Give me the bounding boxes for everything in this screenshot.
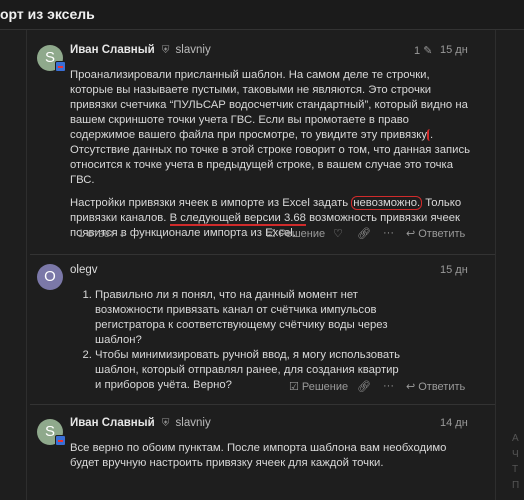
chevron-down-icon: ⌄ <box>117 228 127 240</box>
pencil-icon: ✎ <box>423 45 433 57</box>
link-icon: 🔗︎ <box>357 381 371 393</box>
reply-button[interactable]: ↩ Ответить <box>406 380 465 393</box>
numbered-list: Правильно ли я понял, что на данный моме… <box>75 288 405 393</box>
post-date[interactable]: 14 дн <box>440 417 468 429</box>
paragraph-text: Проанализировали присланный шаблон. На с… <box>70 69 468 141</box>
more-button[interactable]: ··· <box>383 380 394 392</box>
paragraph: Все верно по обоим пунктам. После импорт… <box>70 442 447 469</box>
flair-badge-icon <box>55 435 66 446</box>
list-item: Правильно ли я понял, что на данный моме… <box>95 288 405 348</box>
edit-count: 1 <box>414 45 421 57</box>
reply-button[interactable]: ↩ Ответить <box>406 227 465 240</box>
solution-button[interactable]: ☑ Решение <box>289 380 348 393</box>
share-link-button[interactable]: 🔗︎ <box>357 227 371 240</box>
reply-label: Ответить <box>418 381 466 393</box>
underlined-text: В следующей версии 3.68 <box>169 212 306 226</box>
timeline-divider-left <box>26 30 27 500</box>
reply-icon: ↩ <box>406 381 416 393</box>
paragraph: Проанализировали присланный шаблон. На с… <box>70 68 470 188</box>
post-meta: Иван Славный ⛨ slavniy <box>70 417 211 429</box>
solution-label: Решение <box>301 381 349 393</box>
more-button[interactable]: ··· <box>383 227 394 239</box>
author-name[interactable]: olegv <box>70 264 98 276</box>
avatar-letter: O <box>44 268 56 285</box>
checkbox-icon: ☑ <box>266 228 276 240</box>
post-date[interactable]: 15 дн <box>440 44 468 56</box>
shield-icon: ⛨ <box>161 418 170 429</box>
more-icon: ··· <box>383 380 394 392</box>
post-meta: Иван Славный ⛨ slavniy <box>70 44 211 56</box>
side-fragment: А <box>512 433 519 444</box>
post-meta: olegv <box>70 264 98 276</box>
avatar-letter: S <box>44 49 55 66</box>
post-divider <box>30 254 495 255</box>
edit-history[interactable]: 1 ✎ <box>414 44 432 57</box>
paragraph-text: Настройки привязки ячеек в импорте из Ex… <box>70 197 352 209</box>
checkbox-icon: ☑ <box>289 381 299 393</box>
post-actions: 1 ответ ⌄ ☑ Решение ♡ 🔗︎ ··· ↩ Ответить <box>70 227 470 243</box>
author-name[interactable]: Иван Славный <box>70 44 155 56</box>
timeline-divider-right <box>495 30 496 500</box>
reply-icon: ↩ <box>406 228 416 240</box>
author-login[interactable]: slavniy <box>176 417 211 429</box>
avatar-letter: S <box>44 423 55 440</box>
side-fragment: Ч <box>512 449 519 460</box>
more-icon: ··· <box>383 227 394 239</box>
highlighted-text: невозможно. <box>351 196 423 210</box>
solution-button[interactable]: ☑ Решение <box>266 227 325 240</box>
solution-label: Решение <box>278 228 326 240</box>
reply-label: Ответить <box>418 228 466 240</box>
heart-icon: ♡ <box>333 228 343 240</box>
like-button[interactable]: ♡ <box>333 227 343 240</box>
post-body: Правильно ли я понял, что на данный моме… <box>75 288 405 393</box>
share-link-button[interactable]: 🔗︎ <box>357 380 371 393</box>
avatar[interactable]: S <box>37 45 66 72</box>
post-body: Все верно по обоим пунктам. После импорт… <box>70 441 470 479</box>
link-icon: 🔗︎ <box>357 228 371 240</box>
topic-title[interactable]: орт из эксель <box>0 6 95 22</box>
post-date[interactable]: 15 дн <box>440 264 468 276</box>
post-divider <box>30 404 495 405</box>
replies-toggle[interactable]: 1 ответ ⌄ <box>78 227 127 240</box>
avatar[interactable]: S <box>37 419 66 446</box>
author-name[interactable]: Иван Славный <box>70 417 155 429</box>
post-body: Проанализировали присланный шаблон. На с… <box>70 68 470 249</box>
avatar[interactable]: O <box>37 264 63 290</box>
flair-badge-icon <box>55 61 66 72</box>
replies-count: 1 ответ <box>78 228 115 240</box>
side-fragment: П <box>512 480 520 491</box>
author-login[interactable]: slavniy <box>176 44 211 56</box>
side-fragment: Т <box>512 464 519 475</box>
topic-header: орт из эксель <box>0 0 524 30</box>
post-actions: ☑ Решение 🔗︎ ··· ↩ Ответить <box>70 380 470 396</box>
shield-icon: ⛨ <box>161 45 170 56</box>
